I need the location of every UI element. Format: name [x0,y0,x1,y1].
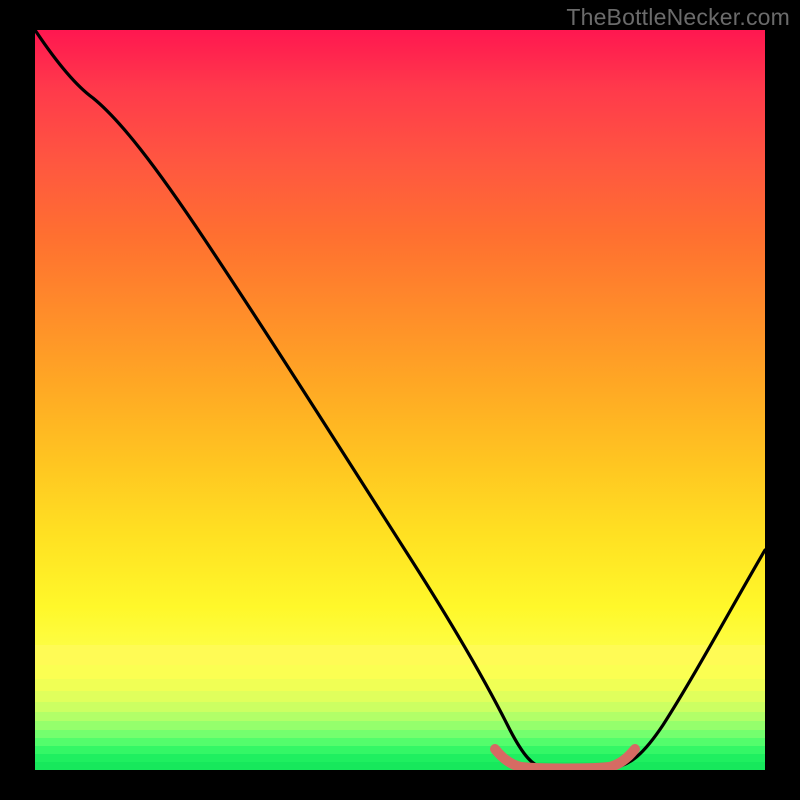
chart-frame: TheBottleNecker.com [0,0,800,800]
watermark-text: TheBottleNecker.com [566,4,790,31]
bottleneck-curve [35,30,765,770]
plot-area [35,30,765,770]
curve-left-branch [35,30,545,768]
highlight-segment [495,749,635,769]
curve-right-branch [610,550,765,768]
